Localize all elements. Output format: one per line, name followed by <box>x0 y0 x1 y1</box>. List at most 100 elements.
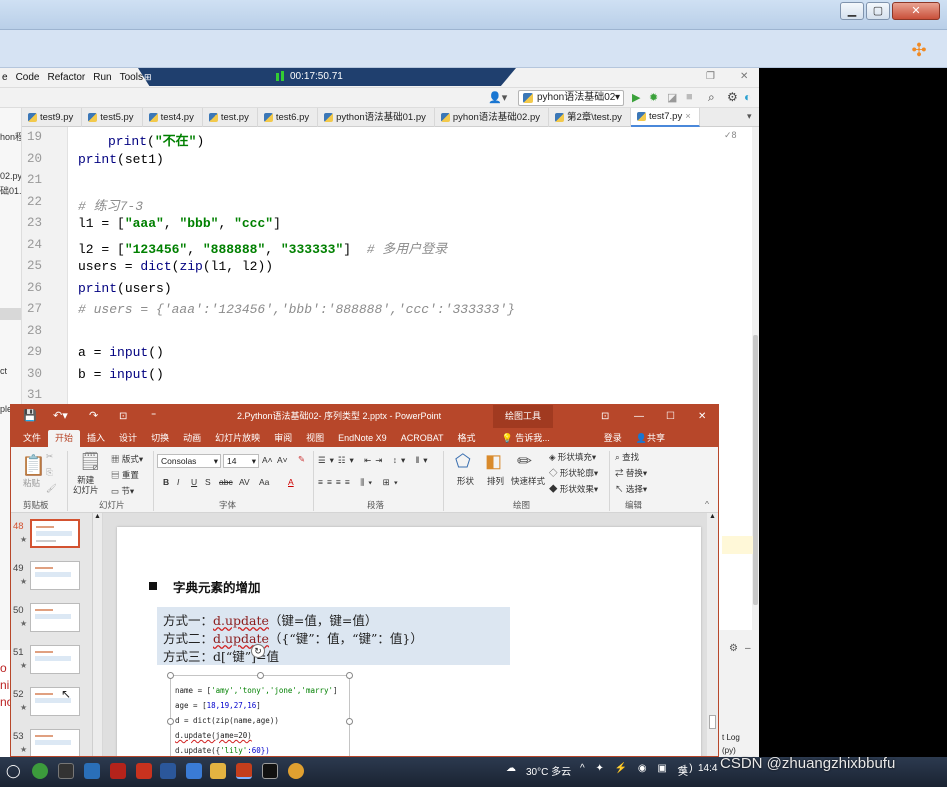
underline-button[interactable]: U <box>191 477 197 487</box>
weather-text[interactable]: 30°C 多云 <box>526 763 571 778</box>
ppt-minimize-button[interactable]: — <box>634 405 644 428</box>
gear-icon[interactable]: ⚙ <box>729 643 738 654</box>
tab-insert[interactable]: 插入 <box>80 430 112 447</box>
powerpoint-icon[interactable] <box>236 763 252 779</box>
new-slide-button[interactable]: 新建 幻灯片 <box>73 475 99 495</box>
run-icon[interactable]: ▶ <box>632 91 640 104</box>
code-line-22[interactable]: # 练习7-3 <box>78 195 143 214</box>
slide-scroll-thumb[interactable] <box>709 715 716 729</box>
menu-run[interactable]: Run <box>93 72 111 83</box>
slide-thumbnail-51[interactable] <box>30 645 80 674</box>
maximize-button[interactable]: ▢ <box>866 2 890 20</box>
resize-handle[interactable] <box>257 672 264 679</box>
project-item[interactable]: hon程 <box>0 130 21 143</box>
project-item[interactable]: ct <box>0 366 7 376</box>
clock[interactable]: 14:4 <box>698 763 717 774</box>
bold-button[interactable]: B <box>163 477 169 487</box>
tab-python-basics-01[interactable]: python语法基础01.py <box>318 108 435 127</box>
section-button[interactable]: ▭ 节▾ <box>111 485 134 497</box>
gear-icon[interactable]: ⚙ <box>727 90 738 104</box>
screen-recorder-bar[interactable]: ⊞ 00:17:50.71 <box>138 68 516 86</box>
coverage-icon[interactable]: ◪ <box>667 91 677 104</box>
shapes-button[interactable]: 形状 <box>457 475 474 487</box>
grid-logo-icon[interactable]: ✣ <box>908 40 930 60</box>
tab-home[interactable]: 开始 <box>48 430 81 447</box>
code-line-27[interactable]: # users = {'aaa':'123456','bbb':'888888'… <box>78 302 515 317</box>
current-slide[interactable]: 字典元素的增加 方式一：d.update（键=值，键=值） 方式二：d.upda… <box>117 527 701 756</box>
font-name-select[interactable]: Consolas ▾ <box>157 454 221 468</box>
code-line-25[interactable]: users = dict(zip(l1, l2)) <box>78 259 273 274</box>
slide-thumbnail-50[interactable] <box>30 603 80 632</box>
methods-textbox[interactable]: 方式一：d.update（键=值，键=值） 方式二：d.update（{“键”：… <box>157 607 510 665</box>
shape-effect-button[interactable]: ◆ 形状效果▾ <box>549 483 598 495</box>
find-button[interactable]: ⌕ 查找 <box>615 451 639 463</box>
resize-handle[interactable] <box>346 718 353 725</box>
tab-test5[interactable]: test5.py <box>82 108 143 127</box>
shrink-font-icon[interactable]: A˅ <box>277 455 288 465</box>
minimize-panel-icon[interactable]: – <box>745 643 751 654</box>
tab-endnote[interactable]: EndNote X9 <box>331 430 394 447</box>
tab-review[interactable]: 审阅 <box>267 430 299 447</box>
code-textbox[interactable]: name = ['amy','tony','jone','marry'] age… <box>167 672 353 756</box>
code-line-23[interactable]: l1 = ["aaa", "bbb", "ccc"] <box>78 216 281 231</box>
tab-format[interactable]: 格式 <box>451 430 483 447</box>
italic-button[interactable]: I <box>177 477 179 487</box>
tab-pyhon-basics-02[interactable]: pyhon语法基础02.py <box>435 108 550 127</box>
list-buttons[interactable]: ☰▾☷▾ ⇤⇥ ↕▾ ⫴▾ <box>318 455 431 466</box>
menu-tools[interactable]: Tools <box>120 72 143 83</box>
shapes-icon[interactable]: ⬠ <box>455 451 471 472</box>
paste-icon[interactable]: 📋 <box>21 453 46 478</box>
change-case-button[interactable]: Aa <box>259 477 269 487</box>
quick-styles-icon[interactable]: ✏ <box>517 451 532 472</box>
customize-qat-icon[interactable]: ⁼ <box>151 405 156 428</box>
run-config-select[interactable]: pyhon语法基础02 ▾ <box>518 90 624 106</box>
char-spacing-button[interactable]: AV <box>239 477 250 487</box>
tab-test6[interactable]: test6.py <box>258 108 319 127</box>
tab-design[interactable]: 设计 <box>112 430 144 447</box>
project-item[interactable]: 02.py <box>0 171 21 181</box>
undo-icon[interactable]: ↶▾ <box>53 405 68 428</box>
slide-title[interactable]: 字典元素的增加 <box>173 577 261 596</box>
ime-indicator[interactable]: 英 <box>678 763 688 778</box>
tab-slideshow[interactable]: 幻灯片放映 <box>208 430 267 447</box>
arrange-button[interactable]: 排列 <box>487 475 504 487</box>
tab-test7[interactable]: test7.py × <box>630 107 700 127</box>
clear-format-icon[interactable]: ✎ <box>298 454 305 465</box>
word-icon[interactable] <box>160 763 176 779</box>
resize-handle[interactable] <box>167 718 174 725</box>
copy-icon[interactable]: ⎘ <box>46 467 53 478</box>
stop-icon[interactable]: ■ <box>686 91 693 103</box>
tab-test[interactable]: test.py <box>203 108 258 127</box>
app-icon[interactable] <box>110 763 126 779</box>
save-icon[interactable]: 💾 <box>23 405 37 428</box>
tell-me-search[interactable]: 💡 告诉我... <box>495 430 557 447</box>
collapse-ribbon-icon[interactable]: ^ <box>705 499 709 509</box>
rotate-handle-icon[interactable]: ↻ <box>251 644 265 658</box>
arrange-icon[interactable]: ◧ <box>485 451 502 472</box>
app-icon[interactable] <box>58 763 74 779</box>
ppt-maximize-button[interactable]: ☐ <box>666 405 675 428</box>
resize-handle[interactable] <box>346 672 353 679</box>
app-icon[interactable] <box>186 763 202 779</box>
app-icon[interactable] <box>84 763 100 779</box>
replace-button[interactable]: ⇄ 替换▾ <box>615 467 647 479</box>
tab-acrobat[interactable]: ACROBAT <box>394 430 451 447</box>
search-icon[interactable]: ⌕ <box>708 90 715 105</box>
scroll-up-icon[interactable]: ▲ <box>94 513 101 520</box>
layout-button[interactable]: ▦ 版式▾ <box>111 453 143 465</box>
tab-chapter2-test[interactable]: 第2章\test.py <box>549 108 631 127</box>
redo-icon[interactable]: ↷ <box>89 405 98 428</box>
new-slide-icon[interactable]: 🗒 <box>79 451 102 472</box>
close-icon[interactable]: × <box>685 107 691 126</box>
project-selected-row[interactable] <box>0 308 21 320</box>
cut-icon[interactable]: ✂ <box>46 451 53 462</box>
slide-thumbnail-53[interactable] <box>30 729 80 756</box>
slide-thumbnails-pane[interactable]: 48 ★ 49 ★ 50 ★ 51 ★ 52 ★ 53 ★ ↖ <box>11 513 93 756</box>
menu-fragment[interactable]: e <box>2 72 8 83</box>
paste-button[interactable]: 粘贴 <box>23 477 40 489</box>
code-line-20[interactable]: print(set1) <box>78 152 164 167</box>
tab-file[interactable]: 文件 <box>11 430 48 447</box>
shape-fill-button[interactable]: ◈ 形状填充▾ <box>549 451 596 463</box>
present-icon[interactable]: ⊡ <box>119 405 127 428</box>
menu-code[interactable]: Code <box>16 72 40 83</box>
